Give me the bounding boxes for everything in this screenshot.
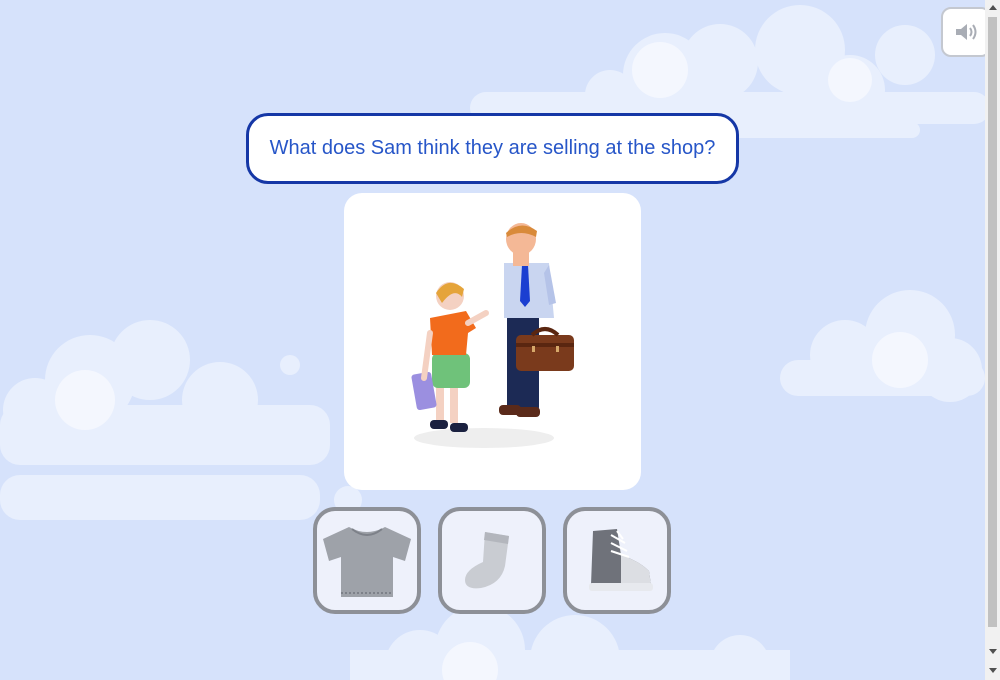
scrollbar-thumb[interactable] bbox=[988, 17, 997, 627]
adult-and-child-talking-illustration bbox=[411, 223, 574, 448]
sneaker-icon bbox=[589, 528, 653, 591]
chevron-down-icon-2 bbox=[988, 668, 997, 673]
question-bubble: What does Sam think they are selling at … bbox=[246, 113, 739, 184]
chevron-down-icon bbox=[988, 649, 997, 654]
question-text: What does Sam think they are selling at … bbox=[269, 137, 716, 159]
scroll-up-arrow[interactable] bbox=[985, 0, 1000, 15]
sound-button[interactable] bbox=[941, 7, 991, 57]
option-sneaker[interactable] bbox=[563, 507, 671, 614]
option-sock[interactable] bbox=[438, 507, 546, 614]
shirt-icon bbox=[323, 526, 411, 597]
sock-icon bbox=[465, 531, 509, 588]
scroll-down-arrow[interactable] bbox=[985, 644, 1000, 659]
scroll-down-arrow-2[interactable] bbox=[985, 663, 1000, 678]
scene-card bbox=[344, 193, 641, 490]
option-shirt[interactable] bbox=[313, 507, 421, 614]
speaker-icon bbox=[956, 24, 977, 40]
chevron-up-icon bbox=[988, 5, 997, 10]
